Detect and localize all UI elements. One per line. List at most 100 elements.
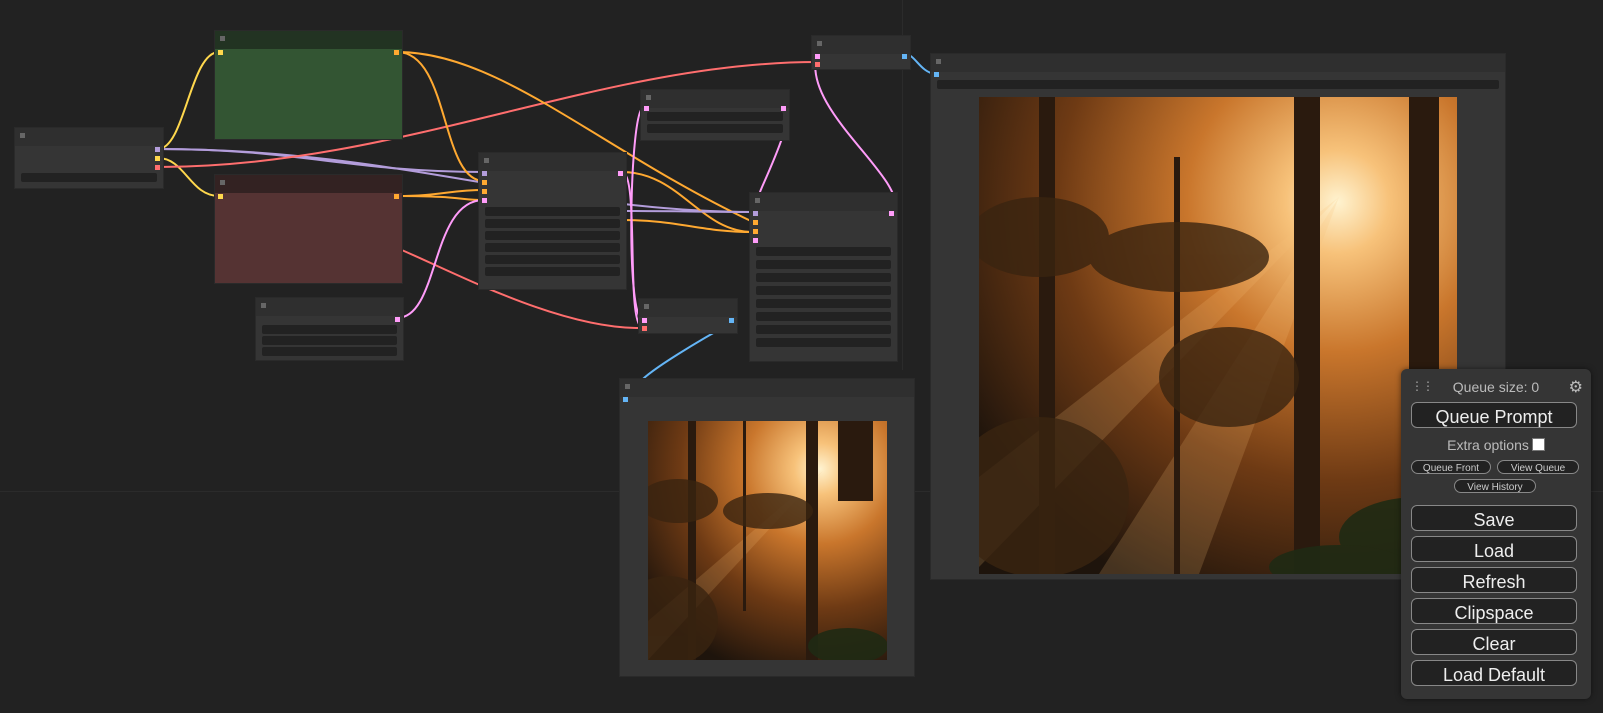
output-slot-image[interactable]	[729, 318, 734, 323]
node-ksampler-2[interactable]	[750, 193, 897, 361]
output-slot-conditioning[interactable]	[394, 50, 399, 55]
collapse-dot-icon[interactable]	[220, 36, 225, 41]
node-widget[interactable]	[485, 267, 620, 276]
collapse-dot-icon[interactable]	[625, 384, 630, 389]
input-slot-clip[interactable]	[218, 50, 223, 55]
node-widget[interactable]	[21, 173, 157, 182]
input-slot-latent[interactable]	[644, 106, 649, 111]
node-widget[interactable]	[756, 273, 891, 282]
collapse-dot-icon[interactable]	[220, 180, 225, 185]
clear-button[interactable]: Clear	[1411, 629, 1577, 655]
node-empty-latent[interactable]	[256, 298, 403, 360]
output-slot-vae[interactable]	[155, 165, 160, 170]
output-slot-latent[interactable]	[889, 211, 894, 216]
forest-sunset-thumbnail	[648, 421, 887, 660]
node-title[interactable]	[15, 128, 163, 146]
input-slot-images[interactable]	[934, 72, 939, 77]
node-widget[interactable]	[756, 338, 891, 347]
node-title[interactable]	[641, 90, 789, 108]
node-vae-decode[interactable]	[639, 299, 737, 333]
node-widget[interactable]	[262, 325, 397, 334]
extra-options-row: Extra options	[1401, 437, 1591, 453]
input-slot-samples[interactable]	[642, 318, 647, 323]
input-slot-model[interactable]	[482, 171, 487, 176]
input-slot-images[interactable]	[623, 397, 628, 402]
gear-icon[interactable]: ⚙	[1569, 377, 1583, 397]
link-clip	[157, 51, 220, 150]
output-slot-conditioning[interactable]	[394, 194, 399, 199]
node-widget[interactable]	[647, 124, 783, 133]
view-history-button[interactable]: View History	[1454, 479, 1536, 493]
generated-image-preview	[979, 97, 1457, 574]
node-widget[interactable]	[756, 299, 891, 308]
input-slot-positive[interactable]	[482, 180, 487, 185]
extra-options-label: Extra options	[1447, 437, 1529, 453]
node-title[interactable]	[215, 175, 402, 193]
node-widget[interactable]	[485, 207, 620, 216]
node-preview-image[interactable]	[620, 379, 914, 676]
queue-menu-panel: ⋮⋮ Queue size: 0 ⚙ Queue Prompt Extra op…	[1401, 369, 1591, 699]
load-button[interactable]: Load	[1411, 536, 1577, 562]
output-slot-model[interactable]	[155, 147, 160, 152]
node-title[interactable]	[931, 54, 1505, 72]
collapse-dot-icon[interactable]	[817, 41, 822, 46]
collapse-dot-icon[interactable]	[261, 303, 266, 308]
node-widget[interactable]	[262, 336, 397, 345]
input-slot-model[interactable]	[753, 211, 758, 216]
input-slot-negative[interactable]	[753, 229, 758, 234]
load-default-button[interactable]: Load Default	[1411, 660, 1577, 686]
node-title[interactable]	[256, 298, 403, 316]
input-slot-positive[interactable]	[753, 220, 758, 225]
output-slot-latent[interactable]	[781, 106, 786, 111]
input-slot-vae[interactable]	[815, 62, 820, 67]
node-widget[interactable]	[756, 325, 891, 334]
output-slot-clip[interactable]	[155, 156, 160, 161]
node-widget[interactable]	[485, 231, 620, 240]
queue-prompt-button[interactable]: Queue Prompt	[1411, 402, 1577, 428]
input-slot-vae[interactable]	[642, 326, 647, 331]
collapse-dot-icon[interactable]	[755, 198, 760, 203]
output-slot-latent[interactable]	[395, 317, 400, 322]
node-title[interactable]	[750, 193, 897, 211]
node-title[interactable]	[620, 379, 914, 397]
view-queue-button[interactable]: View Queue	[1497, 460, 1579, 474]
output-slot-latent[interactable]	[618, 171, 623, 176]
collapse-dot-icon[interactable]	[644, 304, 649, 309]
node-title[interactable]	[639, 299, 737, 317]
input-slot-samples[interactable]	[815, 54, 820, 59]
collapse-dot-icon[interactable]	[484, 158, 489, 163]
collapse-dot-icon[interactable]	[20, 133, 25, 138]
node-widget-filename[interactable]	[937, 80, 1499, 89]
clipspace-button[interactable]: Clipspace	[1411, 598, 1577, 624]
input-slot-latent[interactable]	[753, 238, 758, 243]
node-graph-canvas[interactable]	[0, 0, 1603, 713]
node-widget[interactable]	[485, 255, 620, 264]
node-widget[interactable]	[485, 243, 620, 252]
output-slot-image[interactable]	[902, 54, 907, 59]
node-widget[interactable]	[756, 260, 891, 269]
extra-options-checkbox[interactable]	[1531, 438, 1545, 451]
node-latent-upscale[interactable]	[641, 90, 789, 140]
node-negative-prompt[interactable]	[215, 175, 402, 283]
node-widget[interactable]	[756, 286, 891, 295]
input-slot-negative[interactable]	[482, 189, 487, 194]
collapse-dot-icon[interactable]	[646, 95, 651, 100]
node-title[interactable]	[812, 36, 910, 54]
node-ksampler[interactable]	[479, 153, 626, 289]
node-vae-decode-2[interactable]	[812, 36, 910, 69]
node-positive-prompt[interactable]	[215, 31, 402, 139]
node-checkpoint-loader[interactable]	[15, 128, 163, 188]
save-button[interactable]: Save	[1411, 505, 1577, 531]
node-widget[interactable]	[647, 112, 783, 121]
node-widget[interactable]	[756, 312, 891, 321]
node-widget[interactable]	[485, 219, 620, 228]
node-title[interactable]	[215, 31, 402, 49]
queue-front-button[interactable]: Queue Front	[1411, 460, 1491, 474]
input-slot-latent[interactable]	[482, 198, 487, 203]
input-slot-clip[interactable]	[218, 194, 223, 199]
node-widget[interactable]	[756, 247, 891, 256]
collapse-dot-icon[interactable]	[936, 59, 941, 64]
node-title[interactable]	[479, 153, 626, 171]
node-widget[interactable]	[262, 347, 397, 356]
refresh-button[interactable]: Refresh	[1411, 567, 1577, 593]
